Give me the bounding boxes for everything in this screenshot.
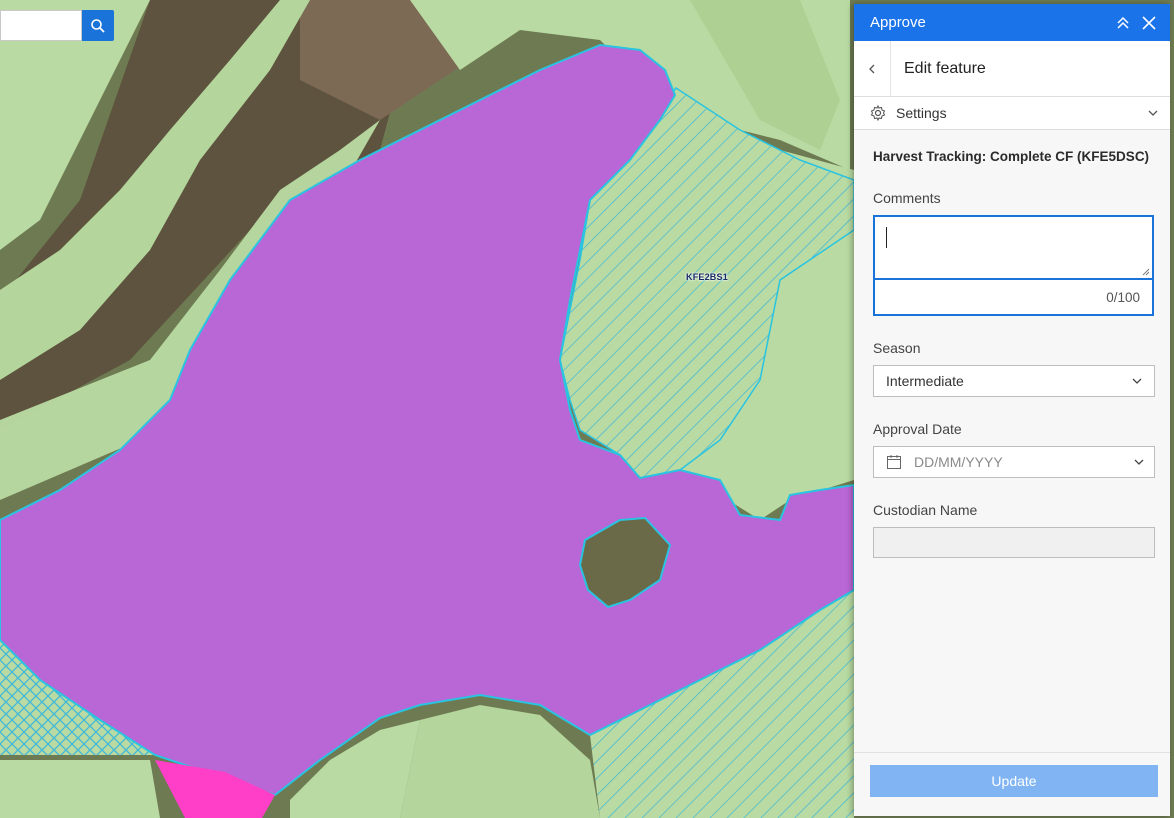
collapse-button[interactable] (1110, 10, 1136, 36)
comments-char-counter: 0/100 (873, 280, 1154, 316)
close-button[interactable] (1136, 10, 1162, 36)
close-icon (1142, 15, 1156, 30)
update-button[interactable]: Update (870, 765, 1158, 797)
search-button[interactable] (82, 10, 114, 41)
custodian-label: Custodian Name (873, 502, 978, 518)
approve-panel: Approve Edit feature Settings Harvest Tr… (854, 4, 1170, 816)
panel-title: Approve (870, 14, 926, 31)
panel-footer: Update (854, 752, 1170, 816)
approval-date-placeholder: DD/MM/YYYY (914, 454, 1003, 470)
panel-header: Approve (854, 4, 1170, 41)
chevron-left-icon (869, 64, 875, 73)
search-input[interactable] (0, 10, 82, 41)
season-label: Season (873, 340, 921, 356)
text-caret (886, 227, 887, 248)
back-button[interactable] (854, 41, 891, 96)
chevron-down-icon (1148, 110, 1158, 116)
comments-label: Comments (873, 190, 941, 206)
edit-feature-title: Edit feature (904, 59, 986, 77)
double-chevron-up-icon (1117, 16, 1129, 29)
form-title: Harvest Tracking: Complete CF (KFE5DSC) (873, 149, 1150, 164)
season-value: Intermediate (886, 373, 964, 389)
search-icon (91, 18, 105, 33)
calendar-icon (887, 455, 901, 469)
edit-feature-header: Edit feature (854, 41, 1170, 97)
settings-expander[interactable]: Settings (854, 97, 1170, 130)
gear-icon (870, 105, 886, 121)
approval-date-label: Approval Date (873, 421, 962, 437)
green-polygon (0, 760, 160, 818)
custodian-input[interactable] (873, 527, 1155, 558)
season-select[interactable]: Intermediate (873, 365, 1155, 397)
approval-date-input[interactable]: DD/MM/YYYY (873, 446, 1155, 478)
comments-textarea[interactable] (873, 215, 1154, 280)
feature-label: KFE2BS1 (686, 272, 728, 282)
chevron-down-icon (1134, 459, 1144, 465)
feature-form: Harvest Tracking: Complete CF (KFE5DSC) … (854, 149, 1170, 558)
resize-handle-icon[interactable] (1142, 268, 1150, 276)
settings-label: Settings (896, 105, 947, 121)
chevron-down-icon (1132, 378, 1142, 384)
